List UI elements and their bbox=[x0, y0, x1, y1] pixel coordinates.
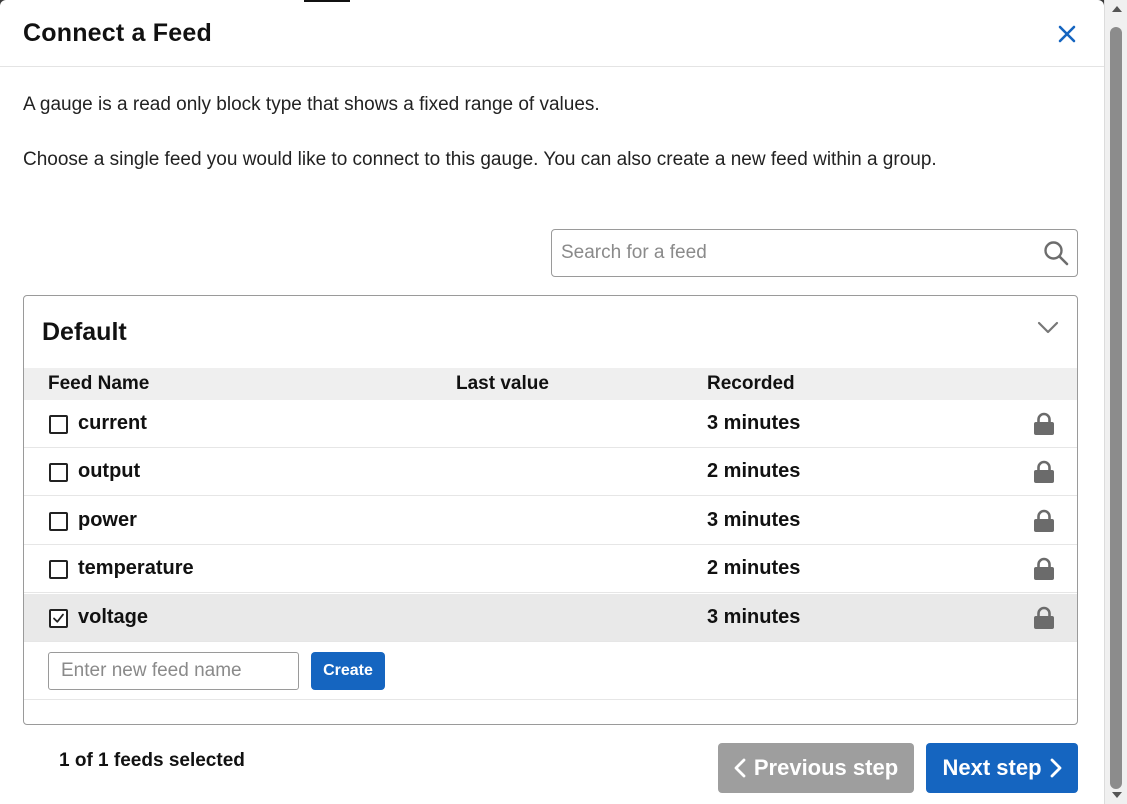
gauge-description: A gauge is a read only block type that s… bbox=[23, 94, 600, 115]
feed-recorded: 2 minutes bbox=[707, 460, 801, 482]
chevron-left-icon bbox=[734, 758, 746, 778]
table-row[interactable]: current 3 minutes bbox=[24, 400, 1077, 448]
chevron-right-icon bbox=[1050, 758, 1061, 778]
lock-icon bbox=[1034, 606, 1054, 629]
create-feed-button[interactable]: Create bbox=[311, 652, 385, 690]
connect-instructions: Choose a single feed you would like to c… bbox=[23, 149, 937, 170]
divider bbox=[24, 699, 1077, 700]
feed-name: current bbox=[78, 412, 147, 434]
lock-icon bbox=[1034, 557, 1054, 580]
group-title: Default bbox=[42, 318, 127, 346]
feed-name: output bbox=[78, 460, 141, 482]
table-row[interactable]: output 2 minutes bbox=[24, 448, 1077, 496]
next-step-button[interactable]: Next step bbox=[926, 743, 1078, 793]
connect-feed-dialog: Connect a Feed A gauge is a read only bl… bbox=[0, 0, 1104, 804]
feed-recorded: 2 minutes bbox=[707, 557, 801, 579]
search-input[interactable] bbox=[561, 238, 1031, 268]
feed-checkbox[interactable] bbox=[49, 512, 68, 531]
feed-checkbox[interactable] bbox=[49, 463, 68, 482]
feed-checkbox[interactable] bbox=[49, 415, 68, 434]
dialog-title: Connect a Feed bbox=[23, 19, 212, 47]
scroll-down-arrow-icon[interactable] bbox=[1112, 792, 1122, 798]
feed-checkbox[interactable] bbox=[49, 560, 68, 579]
selection-status: 1 of 1 feeds selected bbox=[59, 750, 245, 771]
checkmark-icon bbox=[53, 613, 64, 623]
feed-group-default: Default Feed Name Last value Recorded cu… bbox=[23, 295, 1078, 725]
feed-recorded: 3 minutes bbox=[707, 509, 801, 531]
feed-search bbox=[551, 229, 1078, 277]
close-icon bbox=[1058, 25, 1076, 43]
close-button[interactable] bbox=[1054, 22, 1080, 46]
column-recorded: Recorded bbox=[707, 373, 795, 394]
table-row[interactable]: temperature 2 minutes bbox=[24, 545, 1077, 593]
lock-icon bbox=[1034, 412, 1054, 435]
feed-checkbox[interactable] bbox=[49, 609, 68, 628]
table-row[interactable]: power 3 minutes bbox=[24, 497, 1077, 545]
table-row[interactable]: voltage 3 minutes bbox=[24, 594, 1077, 642]
lock-icon bbox=[1034, 509, 1054, 532]
lock-icon bbox=[1034, 460, 1054, 483]
scroll-up-arrow-icon[interactable] bbox=[1112, 6, 1122, 12]
scrollbar-thumb[interactable] bbox=[1110, 27, 1122, 789]
feed-name: temperature bbox=[78, 557, 194, 579]
vertical-scrollbar[interactable] bbox=[1104, 0, 1127, 804]
feed-name: power bbox=[78, 509, 137, 531]
chevron-down-icon[interactable] bbox=[1036, 320, 1060, 336]
column-last-value: Last value bbox=[456, 373, 549, 394]
search-icon[interactable] bbox=[1043, 240, 1069, 266]
new-feed-name-input[interactable] bbox=[48, 652, 299, 690]
previous-step-button[interactable]: Previous step bbox=[718, 743, 914, 793]
previous-step-label: Previous step bbox=[753, 755, 899, 780]
feed-recorded: 3 minutes bbox=[707, 412, 801, 434]
dialog-header: Connect a Feed bbox=[0, 0, 1104, 67]
column-feed-name: Feed Name bbox=[48, 373, 150, 394]
next-step-label: Next step bbox=[942, 755, 1042, 780]
table-header: Feed Name Last value Recorded bbox=[24, 368, 1077, 400]
feed-name: voltage bbox=[78, 606, 149, 628]
feed-recorded: 3 minutes bbox=[707, 606, 801, 628]
